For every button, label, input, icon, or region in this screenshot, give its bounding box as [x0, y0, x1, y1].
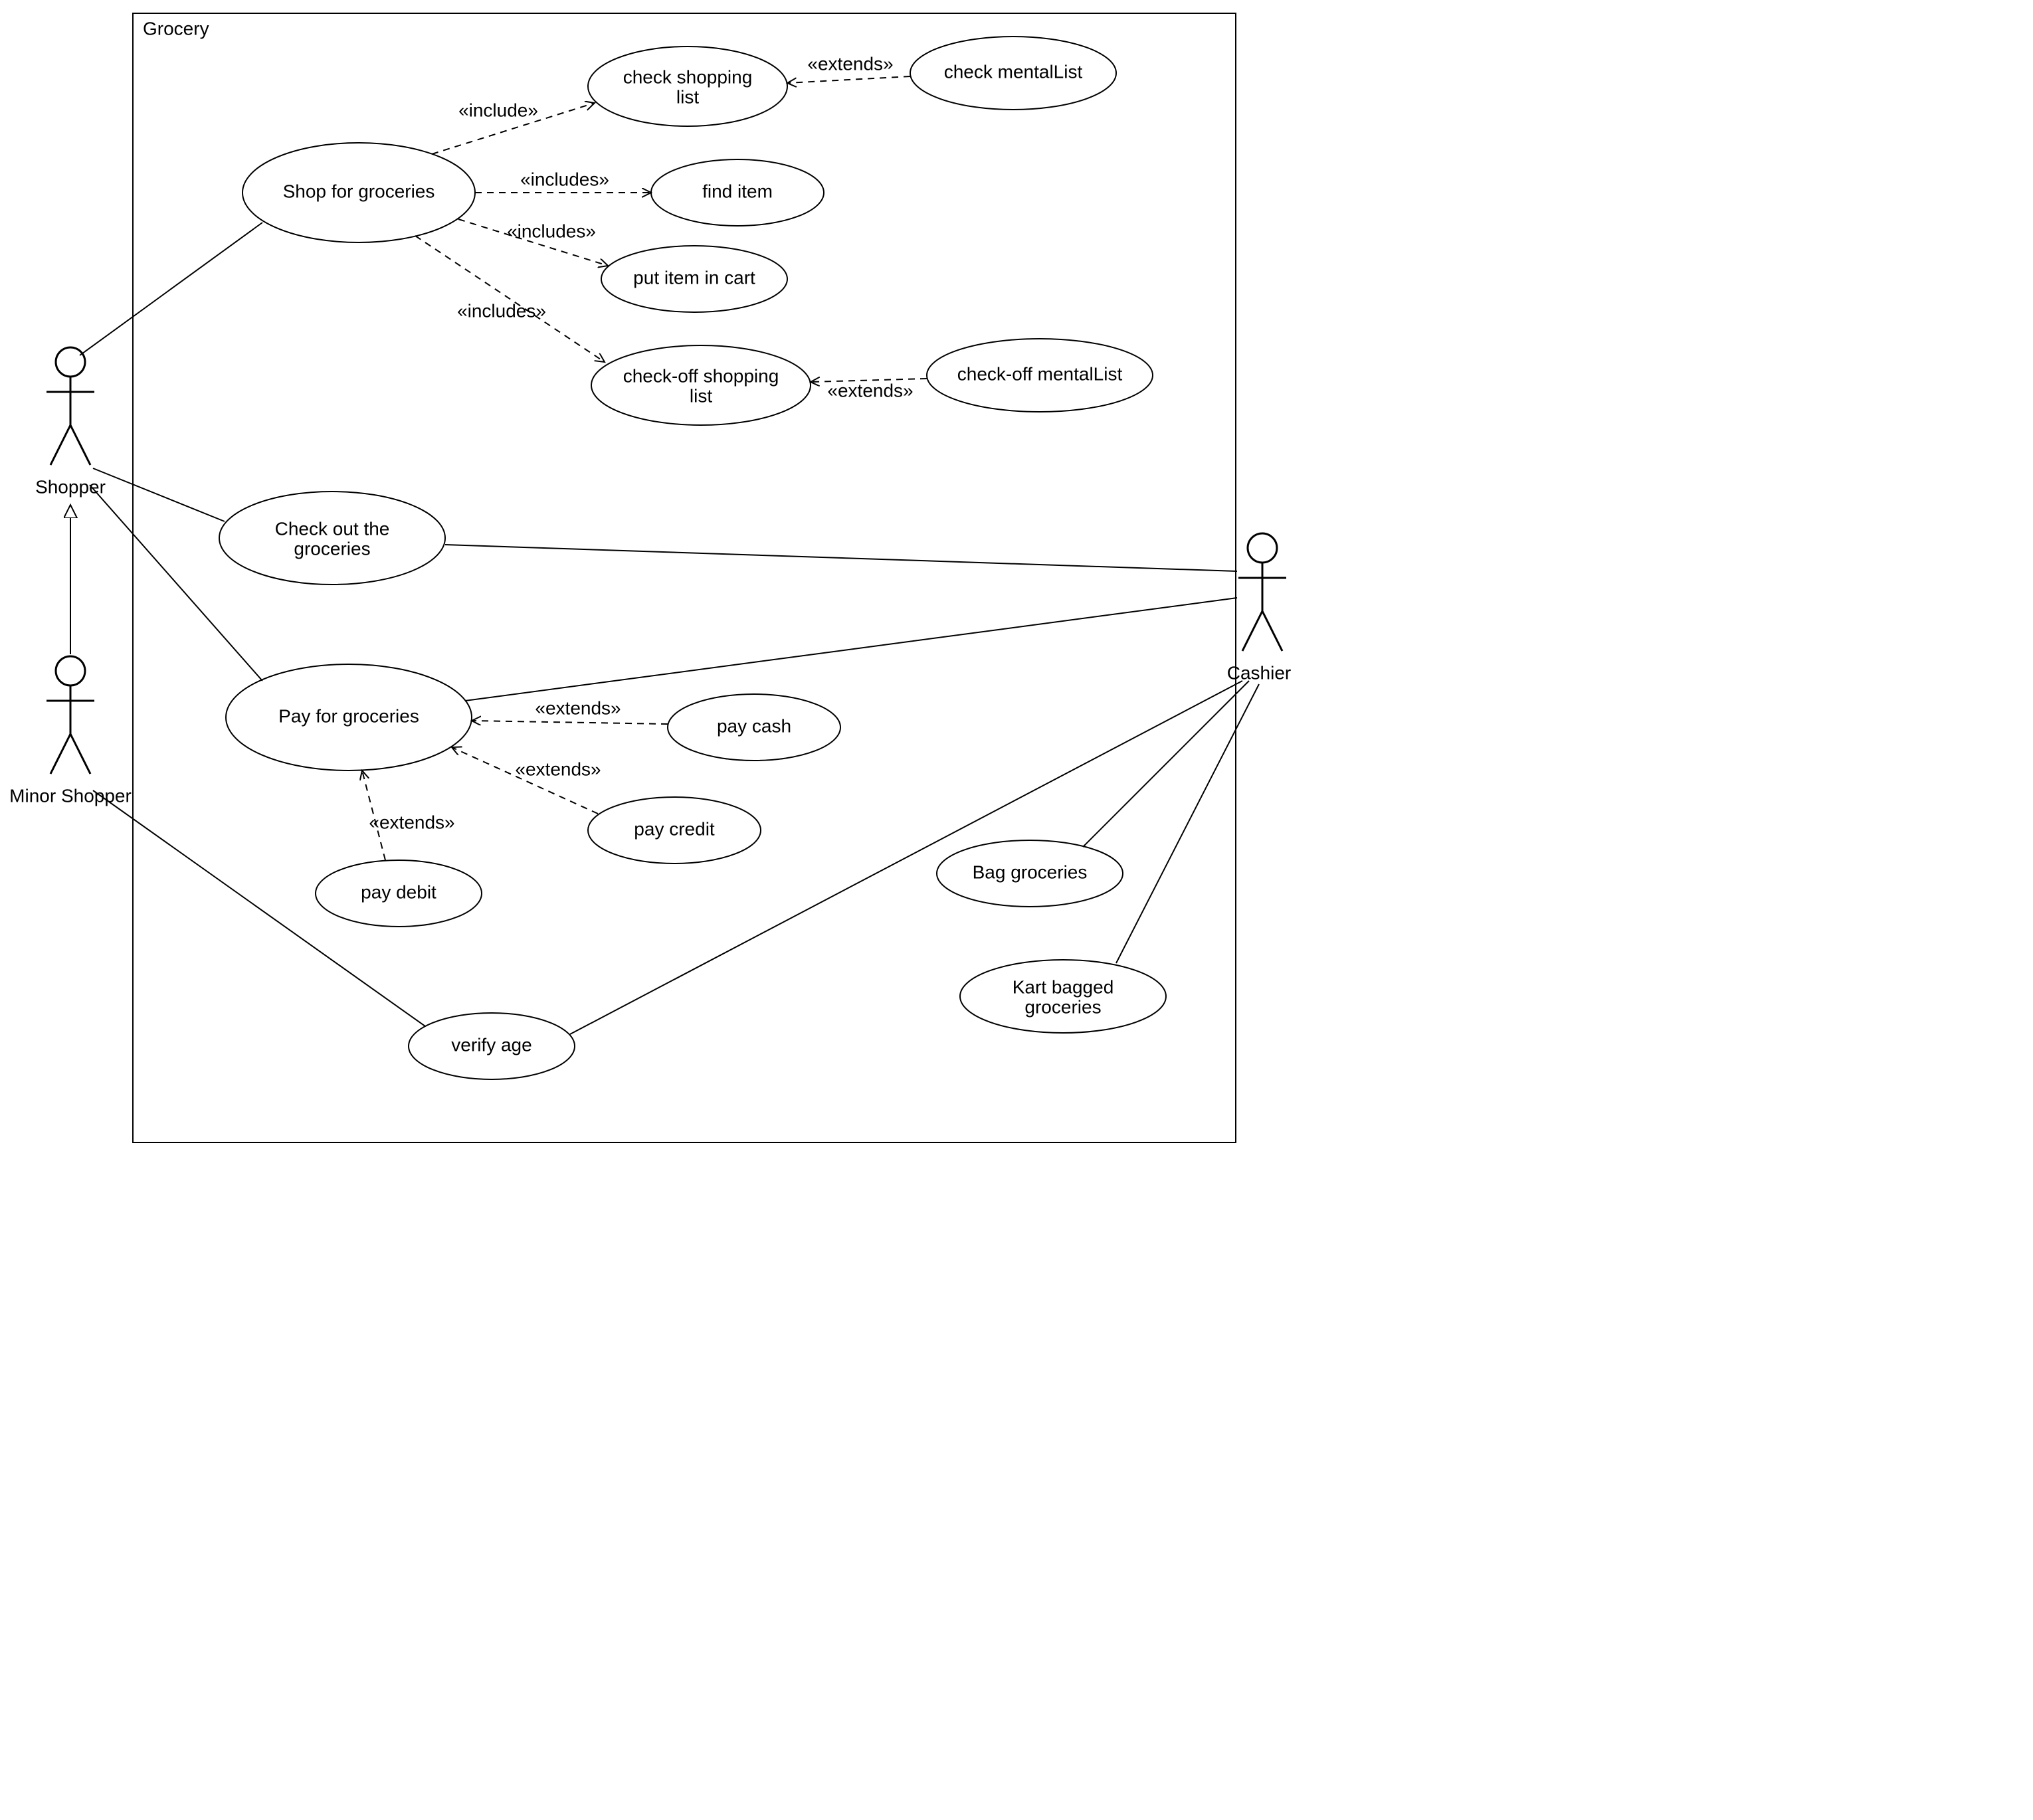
svg-text:check mentalList: check mentalList: [944, 61, 1083, 82]
svg-text:pay cash: pay cash: [717, 715, 791, 736]
uc-checkoff-mental-list[interactable]: check-off mentalList: [927, 339, 1153, 412]
dep-mental-extends-checklist: [787, 76, 910, 83]
assoc-cashier-checkout: [445, 545, 1237, 571]
svg-text:list: list: [676, 86, 699, 107]
stereo-includes-2: «includes»: [507, 221, 596, 241]
assoc-cashier-kart: [1116, 684, 1259, 963]
uc-check-out-groceries[interactable]: Check out the groceries: [219, 492, 445, 585]
stereo-include-1: «include»: [458, 100, 538, 120]
assoc-shopper-checkout: [93, 468, 225, 521]
stereo-includes-3: «includes»: [457, 300, 546, 321]
svg-text:Check out the: Check out the: [275, 518, 390, 539]
actor-minor-shopper[interactable]: Minor Shopper: [9, 656, 132, 806]
svg-text:put item in cart: put item in cart: [633, 267, 755, 288]
uc-verify-age[interactable]: verify age: [409, 1013, 575, 1079]
svg-text:Pay for groceries: Pay for groceries: [278, 705, 419, 726]
actor-minor-shopper-label: Minor Shopper: [9, 785, 132, 806]
svg-text:Bag groceries: Bag groceries: [973, 862, 1088, 882]
usecase-diagram: Grocery Shopper Minor Shopper Cashier Sh…: [0, 0, 1302, 1156]
svg-text:Shop for groceries: Shop for groceries: [283, 181, 435, 201]
svg-text:list: list: [690, 385, 712, 406]
svg-text:groceries: groceries: [294, 538, 370, 559]
uc-check-shopping-list[interactable]: check shopping list: [588, 46, 787, 126]
dep-credit-extends-pay: [452, 747, 598, 814]
assoc-cashier-bag: [1083, 681, 1249, 847]
uc-bag-groceries[interactable]: Bag groceries: [937, 840, 1123, 907]
assoc-cashier-pay: [465, 598, 1237, 701]
svg-text:pay credit: pay credit: [634, 818, 715, 839]
stereo-extends-2: «extends»: [827, 380, 913, 401]
svg-text:groceries: groceries: [1024, 996, 1101, 1017]
stereo-extends-1: «extends»: [807, 53, 893, 74]
actor-cashier-label: Cashier: [1227, 662, 1291, 683]
system-title: Grocery: [143, 18, 209, 39]
uc-checkoff-shopping-list[interactable]: check-off shopping list: [591, 345, 811, 425]
stereo-includes-1: «includes»: [520, 169, 609, 189]
svg-text:find item: find item: [702, 181, 773, 201]
uc-find-item[interactable]: find item: [651, 159, 824, 226]
dep-cash-extends-pay: [472, 721, 668, 724]
actor-cashier[interactable]: Cashier: [1227, 533, 1291, 683]
stereo-extends-4: «extends»: [515, 759, 601, 779]
svg-text:check-off shopping: check-off shopping: [623, 365, 779, 386]
stereo-extends-5: «extends»: [369, 812, 454, 832]
svg-text:Kart bagged: Kart bagged: [1013, 976, 1114, 997]
uc-put-item-in-cart[interactable]: put item in cart: [601, 246, 787, 312]
stereo-extends-3: «extends»: [535, 697, 621, 718]
uc-check-mental-list[interactable]: check mentalList: [910, 37, 1116, 110]
actor-shopper-label: Shopper: [35, 476, 106, 497]
svg-text:check shopping: check shopping: [623, 66, 753, 87]
uc-pay-debit[interactable]: pay debit: [316, 860, 482, 927]
uc-pay-credit[interactable]: pay credit: [588, 797, 761, 864]
svg-text:verify age: verify age: [451, 1034, 532, 1055]
uc-shop-for-groceries[interactable]: Shop for groceries: [242, 143, 475, 242]
assoc-shopper-shop: [80, 223, 262, 355]
uc-pay-cash[interactable]: pay cash: [668, 694, 840, 761]
svg-text:pay debit: pay debit: [361, 881, 436, 902]
uc-pay-for-groceries[interactable]: Pay for groceries: [226, 664, 472, 771]
actor-shopper[interactable]: Shopper: [35, 347, 106, 497]
svg-text:check-off mentalList: check-off mentalList: [957, 363, 1123, 384]
dep-shop-includes-checkoff: [415, 236, 605, 362]
uc-kart-bagged-groceries[interactable]: Kart bagged groceries: [960, 960, 1166, 1033]
